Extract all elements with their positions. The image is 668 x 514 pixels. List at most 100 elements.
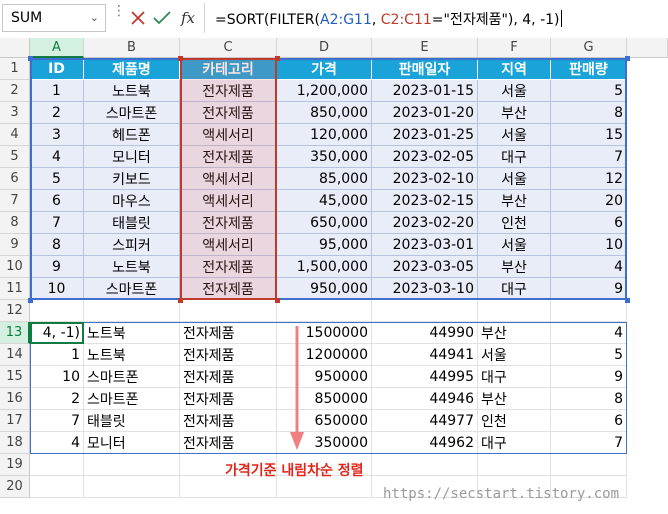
result-cell[interactable]: 6: [551, 410, 627, 432]
empty-cell[interactable]: [180, 300, 277, 322]
row-header-8[interactable]: 8: [0, 212, 30, 234]
table-cell[interactable]: 5: [551, 80, 627, 102]
row-header-4[interactable]: 4: [0, 124, 30, 146]
table-cell[interactable]: 스마트폰: [84, 102, 180, 124]
empty-cell[interactable]: [84, 454, 180, 476]
table-cell[interactable]: 95,000: [277, 234, 372, 256]
empty-cell[interactable]: [30, 300, 84, 322]
result-cell[interactable]: 스마트폰: [84, 366, 180, 388]
table-cell[interactable]: 2023-02-15: [372, 190, 478, 212]
table-cell[interactable]: 7: [30, 212, 84, 234]
result-cell[interactable]: 노트북: [84, 344, 180, 366]
range-handle[interactable]: [28, 298, 33, 303]
row-header-1[interactable]: 1: [0, 58, 30, 80]
range-handle[interactable]: [178, 56, 183, 61]
result-cell[interactable]: 44941: [372, 344, 478, 366]
range-handle[interactable]: [275, 298, 280, 303]
table-cell[interactable]: 태블릿: [84, 212, 180, 234]
result-cell[interactable]: 대구: [478, 432, 551, 454]
result-cell[interactable]: 44946: [372, 388, 478, 410]
table-header-cell[interactable]: ID: [30, 58, 84, 80]
table-cell[interactable]: 8: [30, 234, 84, 256]
result-cell[interactable]: 4: [30, 432, 84, 454]
table-cell[interactable]: 2023-03-05: [372, 256, 478, 278]
result-cell[interactable]: 전자제품: [180, 432, 277, 454]
table-cell[interactable]: 10: [30, 278, 84, 300]
table-cell[interactable]: 2023-03-01: [372, 234, 478, 256]
table-cell[interactable]: 6: [30, 190, 84, 212]
table-cell[interactable]: 2023-03-10: [372, 278, 478, 300]
table-cell[interactable]: 6: [551, 212, 627, 234]
table-cell[interactable]: 8: [551, 102, 627, 124]
table-cell[interactable]: 대구: [478, 278, 551, 300]
table-cell[interactable]: 서울: [478, 80, 551, 102]
table-cell[interactable]: 1,500,000: [277, 256, 372, 278]
table-cell[interactable]: 2023-02-10: [372, 168, 478, 190]
result-cell[interactable]: 서울: [478, 344, 551, 366]
table-header-cell[interactable]: 지역: [478, 58, 551, 80]
table-cell[interactable]: 15: [551, 124, 627, 146]
table-cell[interactable]: 키보드: [84, 168, 180, 190]
table-cell[interactable]: 20: [551, 190, 627, 212]
formula-input[interactable]: =SORT(FILTER(A2:G11, C2:C11="전자제품"), 4, …: [204, 3, 668, 33]
row-header-7[interactable]: 7: [0, 190, 30, 212]
insert-function-button[interactable]: fx: [176, 6, 200, 30]
row-header-20[interactable]: 20: [0, 476, 30, 498]
table-cell[interactable]: 인천: [478, 212, 551, 234]
table-header-cell[interactable]: 판매량: [551, 58, 627, 80]
table-cell[interactable]: 스피커: [84, 234, 180, 256]
table-cell[interactable]: 350,000: [277, 146, 372, 168]
empty-cell[interactable]: [551, 454, 627, 476]
result-cell[interactable]: 태블릿: [84, 410, 180, 432]
table-cell[interactable]: 스마트폰: [84, 278, 180, 300]
result-cell[interactable]: 인천: [478, 410, 551, 432]
result-cell[interactable]: 전자제품: [180, 388, 277, 410]
row-header-16[interactable]: 16: [0, 388, 30, 410]
table-cell[interactable]: 서울: [478, 124, 551, 146]
row-header-3[interactable]: 3: [0, 102, 30, 124]
table-header-cell[interactable]: 제품명: [84, 58, 180, 80]
table-cell[interactable]: 전자제품: [180, 102, 277, 124]
range-handle[interactable]: [178, 298, 183, 303]
result-cell[interactable]: 전자제품: [180, 410, 277, 432]
range-handle[interactable]: [275, 56, 280, 61]
table-cell[interactable]: 헤드폰: [84, 124, 180, 146]
empty-cell[interactable]: [84, 476, 180, 498]
table-header-cell[interactable]: 카테고리: [180, 58, 277, 80]
result-cell[interactable]: 노트북: [84, 322, 180, 344]
table-cell[interactable]: 650,000: [277, 212, 372, 234]
result-cell[interactable]: 스마트폰: [84, 388, 180, 410]
result-cell[interactable]: 8: [551, 388, 627, 410]
table-cell[interactable]: 9: [30, 256, 84, 278]
row-header-12[interactable]: 12: [0, 300, 30, 322]
table-cell[interactable]: 1: [30, 80, 84, 102]
table-cell[interactable]: 전자제품: [180, 256, 277, 278]
row-header-6[interactable]: 6: [0, 168, 30, 190]
result-cell[interactable]: 부산: [478, 388, 551, 410]
result-cell[interactable]: 7: [30, 410, 84, 432]
result-cell[interactable]: 전자제품: [180, 344, 277, 366]
row-header-5[interactable]: 5: [0, 146, 30, 168]
table-cell[interactable]: 1,200,000: [277, 80, 372, 102]
table-cell[interactable]: 액세서리: [180, 124, 277, 146]
empty-cell[interactable]: [372, 300, 478, 322]
column-header-b[interactable]: B: [84, 38, 180, 58]
table-cell[interactable]: 2023-01-20: [372, 102, 478, 124]
result-cell[interactable]: 모니터: [84, 432, 180, 454]
row-header-17[interactable]: 17: [0, 410, 30, 432]
table-cell[interactable]: 전자제품: [180, 146, 277, 168]
chevron-down-icon[interactable]: ⌄: [90, 11, 99, 24]
table-cell[interactable]: 액세서리: [180, 190, 277, 212]
empty-cell[interactable]: [478, 454, 551, 476]
result-cell[interactable]: 44995: [372, 366, 478, 388]
column-header-f[interactable]: F: [478, 38, 551, 58]
range-handle[interactable]: [28, 56, 33, 61]
table-cell[interactable]: 노트북: [84, 80, 180, 102]
table-cell[interactable]: 9: [551, 278, 627, 300]
row-header-9[interactable]: 9: [0, 234, 30, 256]
check-icon[interactable]: [150, 6, 174, 30]
name-box[interactable]: SUM ⌄: [2, 4, 106, 32]
result-cell[interactable]: 2: [30, 388, 84, 410]
table-cell[interactable]: 2023-01-15: [372, 80, 478, 102]
empty-cell[interactable]: [30, 476, 84, 498]
